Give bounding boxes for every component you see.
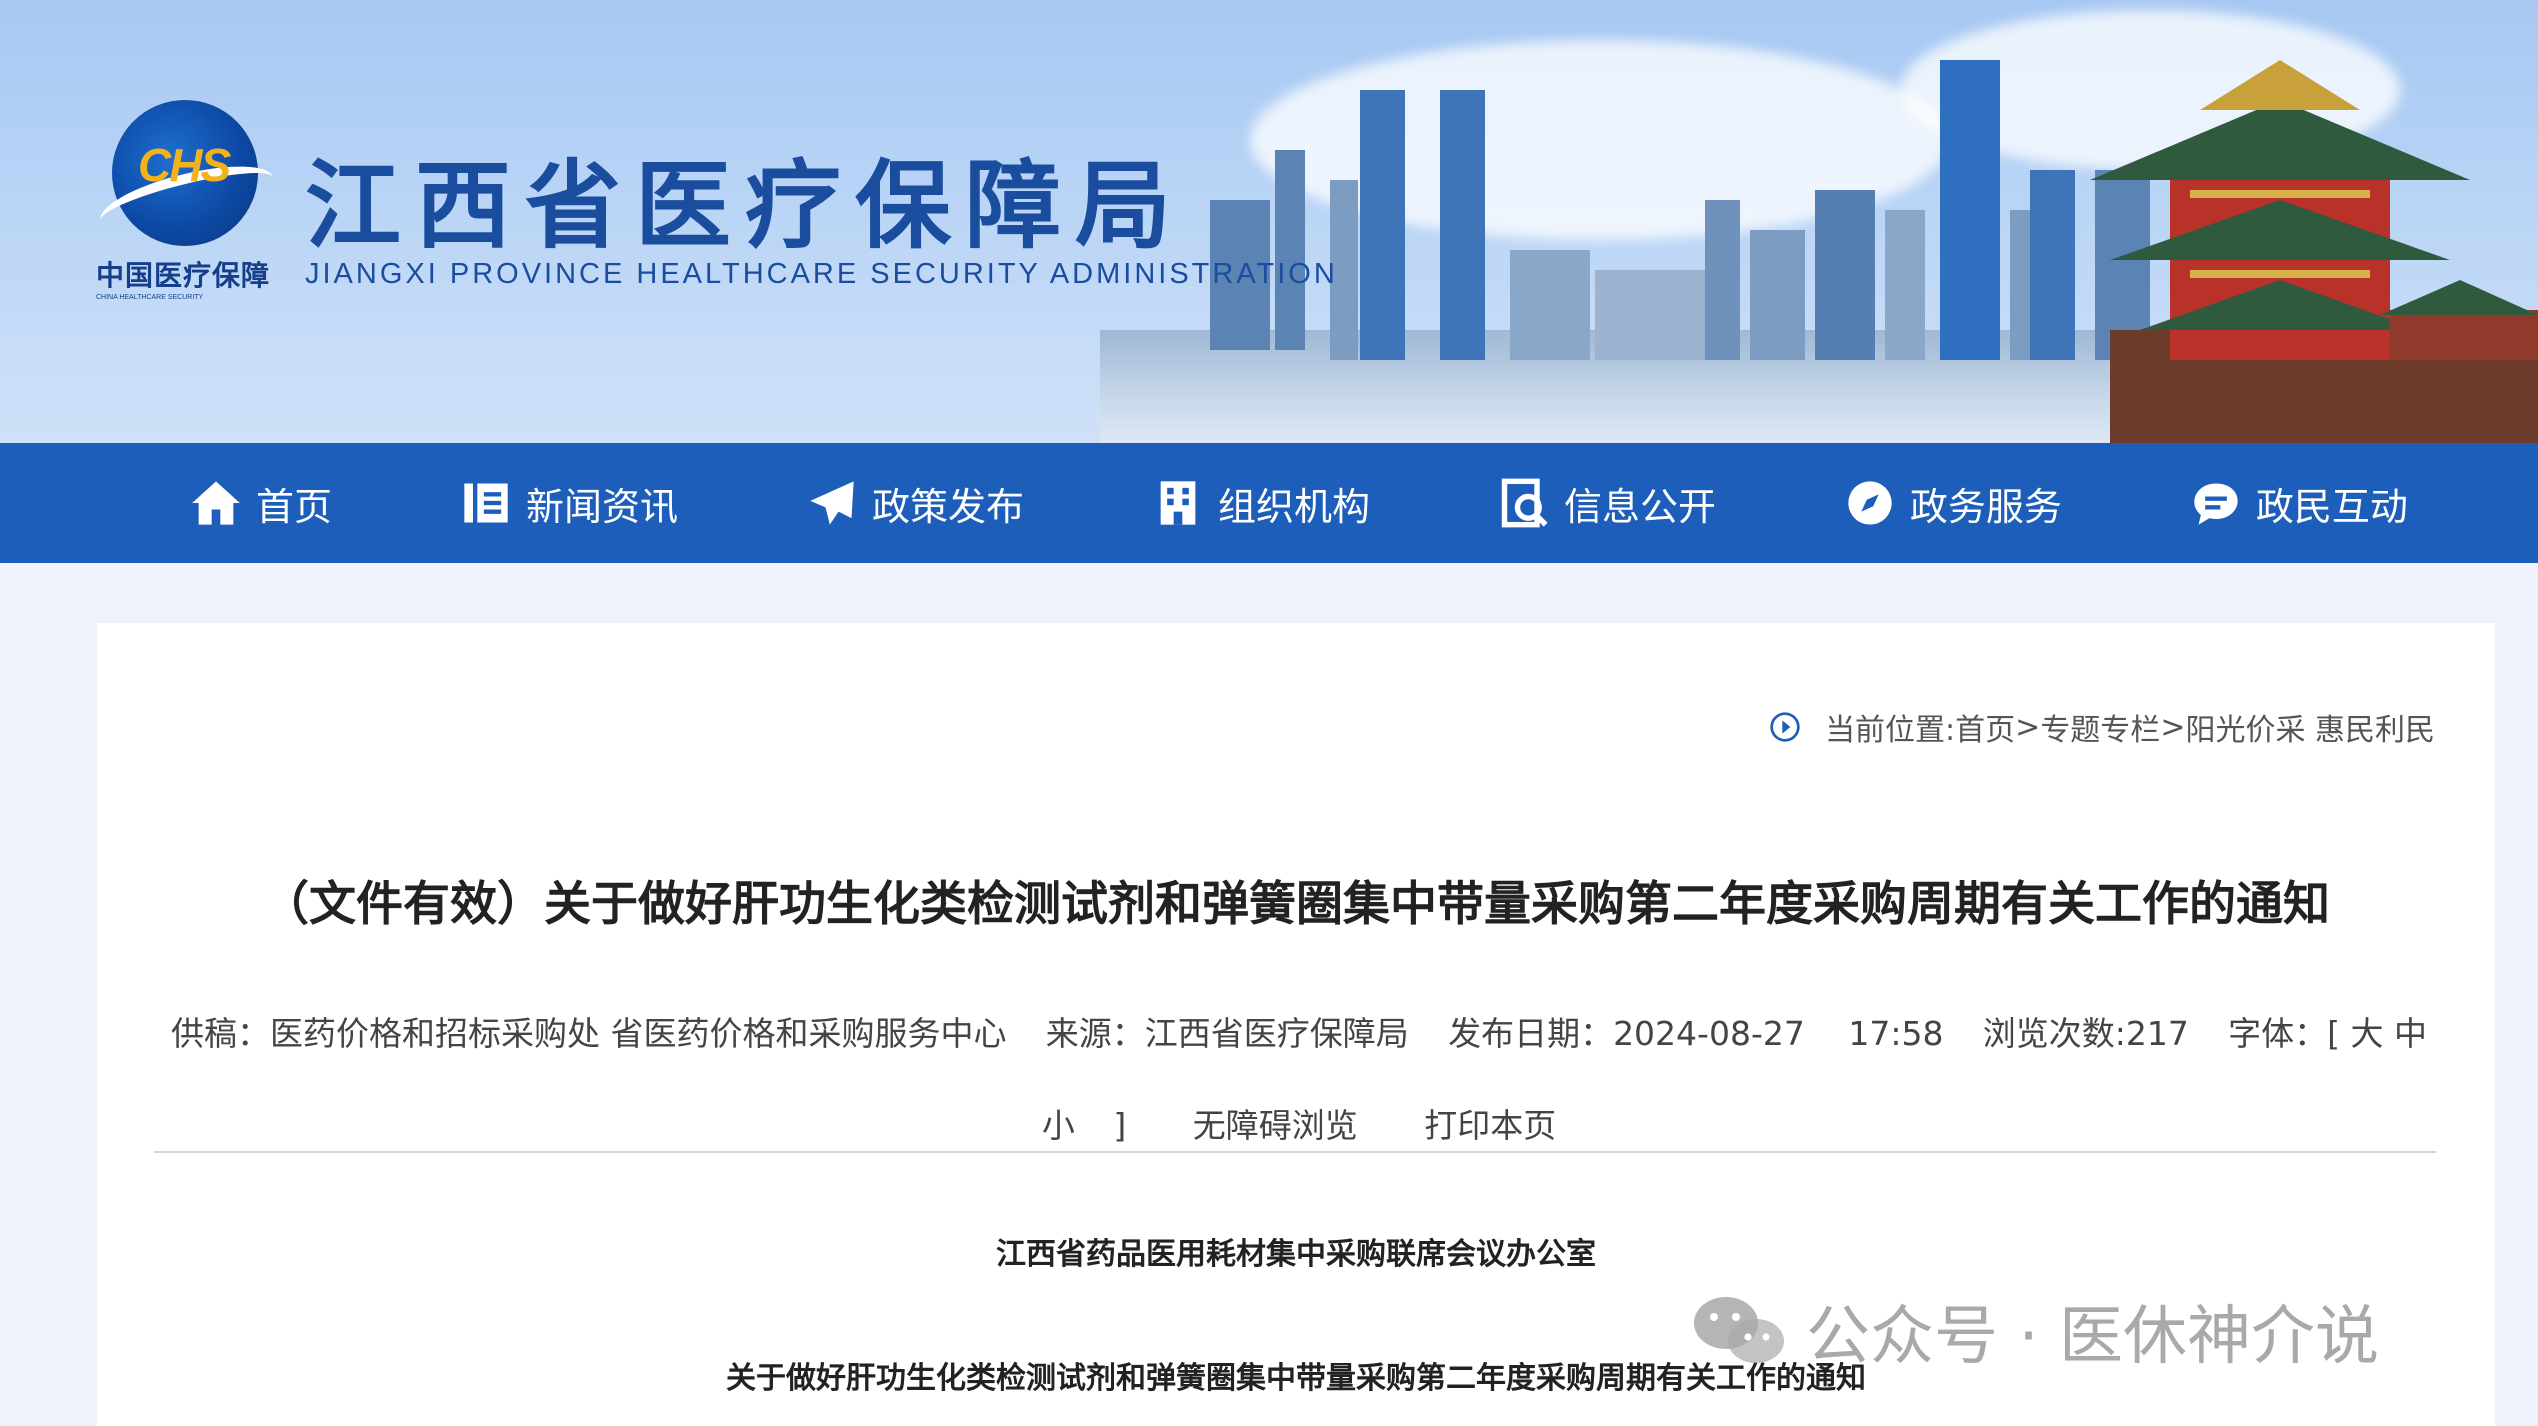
play-circle-icon	[1770, 712, 1800, 742]
meta-publish-date: 发布日期：2024-08-27 17:58	[1448, 1014, 1944, 1053]
paper-plane-icon	[810, 481, 854, 525]
nav-item-info-disclosure[interactable]: 信息公开	[1498, 443, 1716, 563]
font-large-button[interactable]: 大	[2350, 1014, 2383, 1053]
meta-contributor: 供稿：医药价格和招标采购处 省医药价格和采购服务中心	[171, 1014, 1007, 1053]
breadcrumb-topics[interactable]: 专题专栏	[2040, 705, 2160, 749]
breadcrumb-home[interactable]: 首页	[1955, 705, 2015, 749]
font-size-controls: 字体：[ 大 中	[2228, 1007, 2427, 1055]
site-title: 江西省医疗保障局	[305, 149, 1185, 262]
nav-item-policy[interactable]: 政策发布	[806, 443, 1024, 563]
font-size-bracket: ]	[1113, 1106, 1127, 1145]
font-size-label: 字体：[	[2228, 1014, 2340, 1053]
city-skyline-illustration	[1210, 60, 2538, 443]
accessible-browse-link[interactable]: 无障碍浏览	[1193, 1106, 1358, 1145]
breadcrumb-separator: >	[2160, 709, 2186, 745]
document-search-icon	[1501, 478, 1548, 528]
nav-item-label: 组织机构	[1217, 484, 1370, 529]
print-page-link[interactable]: 打印本页	[1424, 1106, 1556, 1145]
nav-item-gov-services[interactable]: 政务服务	[1844, 443, 2062, 563]
article-meta: 供稿：医药价格和招标采购处 省医药价格和采购服务中心 来源：江西省医疗保障局 发…	[171, 1007, 2427, 1147]
article-body-org: 江西省药品医用耗材集中采购联席会议办公室	[996, 1237, 1596, 1272]
site-subtitle: JIANGXI PROVINCE HEALTHCARE SECURITY ADM…	[305, 258, 1338, 290]
article-title: （文件有效）关于做好肝功生化类检测试剂和弹簧圈集中带量采购第二年度采购周期有关工…	[262, 877, 2330, 932]
nav-item-news[interactable]: 新闻资讯	[460, 443, 678, 563]
nav-item-label: 政民互动	[2255, 484, 2408, 529]
nav-item-home[interactable]: 首页	[190, 443, 332, 563]
breadcrumb-separator: >	[2015, 709, 2041, 745]
wechat-icon	[1694, 1297, 1784, 1363]
main-nav: 首页 新闻资讯 政策发布 组织机构 信息公开 政务服务 政民互动	[0, 443, 2538, 563]
building-icon	[1160, 481, 1196, 525]
meta-divider	[154, 1151, 2436, 1153]
breadcrumb: 当前位置: 首页 > 专题专栏 > 阳光价采 惠民利民	[1769, 705, 2435, 749]
pavilion-illustration	[2090, 60, 2538, 443]
meta-source: 来源：江西省医疗保障局	[1045, 1014, 1409, 1053]
chat-icon	[2194, 483, 2238, 525]
chs-logo[interactable]: CHS 中国医疗保障 CHINA HEALTHCARE SECURITY	[94, 100, 280, 301]
breadcrumb-current[interactable]: 阳光价采 惠民利民	[2185, 705, 2435, 749]
font-small-button[interactable]: 小	[1042, 1106, 1075, 1145]
meta-view-count: 浏览次数:217	[1982, 1014, 2189, 1053]
chs-emblem-icon: CHS	[94, 100, 280, 246]
nav-item-organization[interactable]: 组织机构	[1152, 443, 1370, 563]
nav-item-label: 政策发布	[871, 484, 1024, 529]
wechat-watermark: 公众号 · 医休神介说	[1690, 1285, 2379, 1377]
header-banner: CHS 中国医疗保障 CHINA HEALTHCARE SECURITY 江西省…	[0, 0, 2538, 443]
logo-english-text: CHINA HEALTHCARE SECURITY	[96, 294, 204, 301]
nav-item-interaction[interactable]: 政民互动	[2190, 443, 2408, 563]
nav-item-label: 信息公开	[1563, 484, 1716, 529]
font-medium-button[interactable]: 中	[2394, 1014, 2427, 1053]
home-icon	[192, 481, 240, 525]
watermark-text: 公众号 · 医休神介说	[1806, 1300, 2380, 1374]
nav-item-label: 首页	[256, 484, 333, 529]
nav-item-label: 政务服务	[1909, 484, 2062, 529]
breadcrumb-prefix: 当前位置:	[1825, 713, 1956, 748]
nav-item-label: 新闻资讯	[525, 484, 678, 529]
compass-icon	[1848, 481, 1892, 525]
logo-chinese-text: 中国医疗保障	[96, 259, 271, 292]
news-icon	[464, 483, 508, 523]
